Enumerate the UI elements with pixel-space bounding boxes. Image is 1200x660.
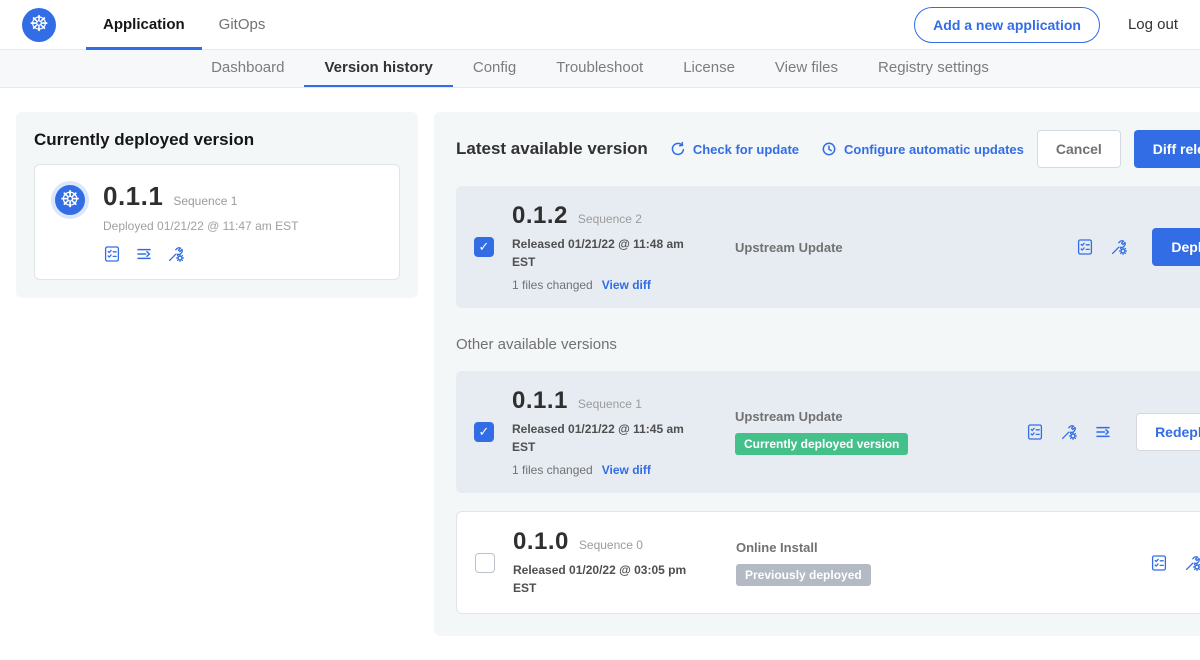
version-source: Upstream Update (735, 240, 1058, 255)
currently-deployed-card: Currently deployed version 0.1.1 Sequenc… (16, 112, 418, 298)
deploy-button[interactable]: Deploy (1152, 228, 1200, 266)
latest-version-header: Latest available version Check for updat… (456, 130, 1200, 168)
view-diff-link[interactable]: View diff (602, 278, 651, 292)
sequence-label: Sequence 2 (578, 212, 642, 226)
version-row: 0.1.0 Sequence 0 Released 01/20/22 @ 03:… (456, 511, 1200, 614)
version-info: 0.1.2 Sequence 2 Released 01/21/22 @ 11:… (512, 202, 717, 292)
version-checkbox[interactable] (475, 553, 495, 573)
deployed-card-title: Currently deployed version (34, 130, 400, 150)
latest-version-title: Latest available version (456, 139, 648, 159)
version-actions: Redeploy (1026, 413, 1200, 451)
logout-link[interactable]: Log out (1128, 16, 1178, 33)
app-kubernetes-icon (51, 181, 89, 219)
diff-releases-button[interactable]: Diff releases (1134, 130, 1200, 168)
refresh-icon (670, 141, 686, 157)
version-row: 0.1.1 Sequence 1 Released 01/21/22 @ 11:… (456, 371, 1200, 493)
version-actions (1150, 554, 1200, 572)
version-source: Upstream Update Currently deployed versi… (735, 409, 1008, 455)
version-row: 0.1.2 Sequence 2 Released 01/21/22 @ 11:… (456, 186, 1200, 308)
tab-gitops[interactable]: GitOps (202, 0, 283, 50)
files-changed-label: 1 files changed (512, 278, 593, 292)
subnav-item-registry-settings[interactable]: Registry settings (858, 50, 1009, 87)
version-info: 0.1.0 Sequence 0 Released 01/20/22 @ 03:… (513, 528, 718, 597)
subnav-item-view-files[interactable]: View files (755, 50, 858, 87)
check-for-update-label: Check for update (693, 142, 799, 157)
clock-icon (821, 141, 837, 157)
subnav-item-license[interactable]: License (663, 50, 755, 87)
sequence-label: Sequence 0 (579, 538, 643, 552)
sequence-label: Sequence 1 (578, 397, 642, 411)
config-values-icon[interactable] (1184, 554, 1200, 572)
other-versions-label: Other available versions (456, 336, 1200, 353)
source-label: Upstream Update (735, 409, 1008, 424)
configure-updates-link[interactable]: Configure automatic updates (821, 141, 1024, 157)
tab-application[interactable]: Application (86, 0, 202, 50)
released-timestamp: Released 01/21/22 @ 11:45 am EST (512, 420, 697, 456)
redeploy-button[interactable]: Redeploy (1136, 413, 1200, 451)
currently-deployed-badge: Currently deployed version (735, 433, 908, 455)
top-nav: Application GitOps Add a new application… (0, 0, 1200, 50)
deployed-actions (103, 245, 298, 263)
main-content: Currently deployed version 0.1.1 Sequenc… (0, 88, 1200, 660)
config-values-icon[interactable] (1110, 238, 1128, 256)
subnav-item-version-history[interactable]: Version history (304, 50, 452, 87)
add-application-button[interactable]: Add a new application (914, 7, 1100, 43)
release-notes-icon[interactable] (1076, 238, 1094, 256)
app-sub-nav: Dashboard Version history Config Trouble… (0, 50, 1200, 88)
diff-icon[interactable] (135, 245, 153, 263)
version-checkbox[interactable] (474, 237, 494, 257)
release-notes-icon[interactable] (1026, 423, 1044, 441)
previously-deployed-badge: Previously deployed (736, 564, 871, 586)
cancel-button[interactable]: Cancel (1037, 130, 1121, 168)
subnav-item-config[interactable]: Config (453, 50, 536, 87)
config-values-icon[interactable] (1060, 423, 1078, 441)
deployed-version-card: 0.1.1 Sequence 1 Deployed 01/21/22 @ 11:… (34, 164, 400, 280)
version-checkbox[interactable] (474, 422, 494, 442)
release-notes-icon[interactable] (103, 245, 121, 263)
check-for-update-link[interactable]: Check for update (670, 141, 799, 157)
release-notes-icon[interactable] (1150, 554, 1168, 572)
deployed-version-number: 0.1.1 (103, 181, 163, 212)
view-diff-link[interactable]: View diff (602, 463, 651, 477)
diff-icon[interactable] (1094, 423, 1112, 441)
top-nav-tabs: Application GitOps (86, 0, 282, 50)
files-changed-label: 1 files changed (512, 463, 593, 477)
released-timestamp: Released 01/20/22 @ 03:05 pm EST (513, 561, 698, 597)
config-values-icon[interactable] (167, 245, 185, 263)
kubernetes-logo-icon (22, 8, 56, 42)
subnav-item-dashboard[interactable]: Dashboard (191, 50, 304, 87)
released-timestamp: Released 01/21/22 @ 11:48 am EST (512, 235, 697, 271)
version-number: 0.1.2 (512, 202, 568, 230)
configure-updates-label: Configure automatic updates (844, 142, 1024, 157)
subnav-item-troubleshoot[interactable]: Troubleshoot (536, 50, 663, 87)
version-number: 0.1.0 (513, 528, 569, 556)
deployed-sequence-label: Sequence 1 (173, 194, 237, 208)
source-label: Online Install (736, 540, 1132, 555)
deployed-timestamp: Deployed 01/21/22 @ 11:47 am EST (103, 219, 298, 233)
version-source: Online Install Previously deployed (736, 540, 1132, 586)
version-actions: Deploy (1076, 228, 1200, 266)
version-number: 0.1.1 (512, 387, 568, 415)
source-label: Upstream Update (735, 240, 1058, 255)
version-info: 0.1.1 Sequence 1 Released 01/21/22 @ 11:… (512, 387, 717, 477)
version-history-panel: Latest available version Check for updat… (434, 112, 1200, 636)
